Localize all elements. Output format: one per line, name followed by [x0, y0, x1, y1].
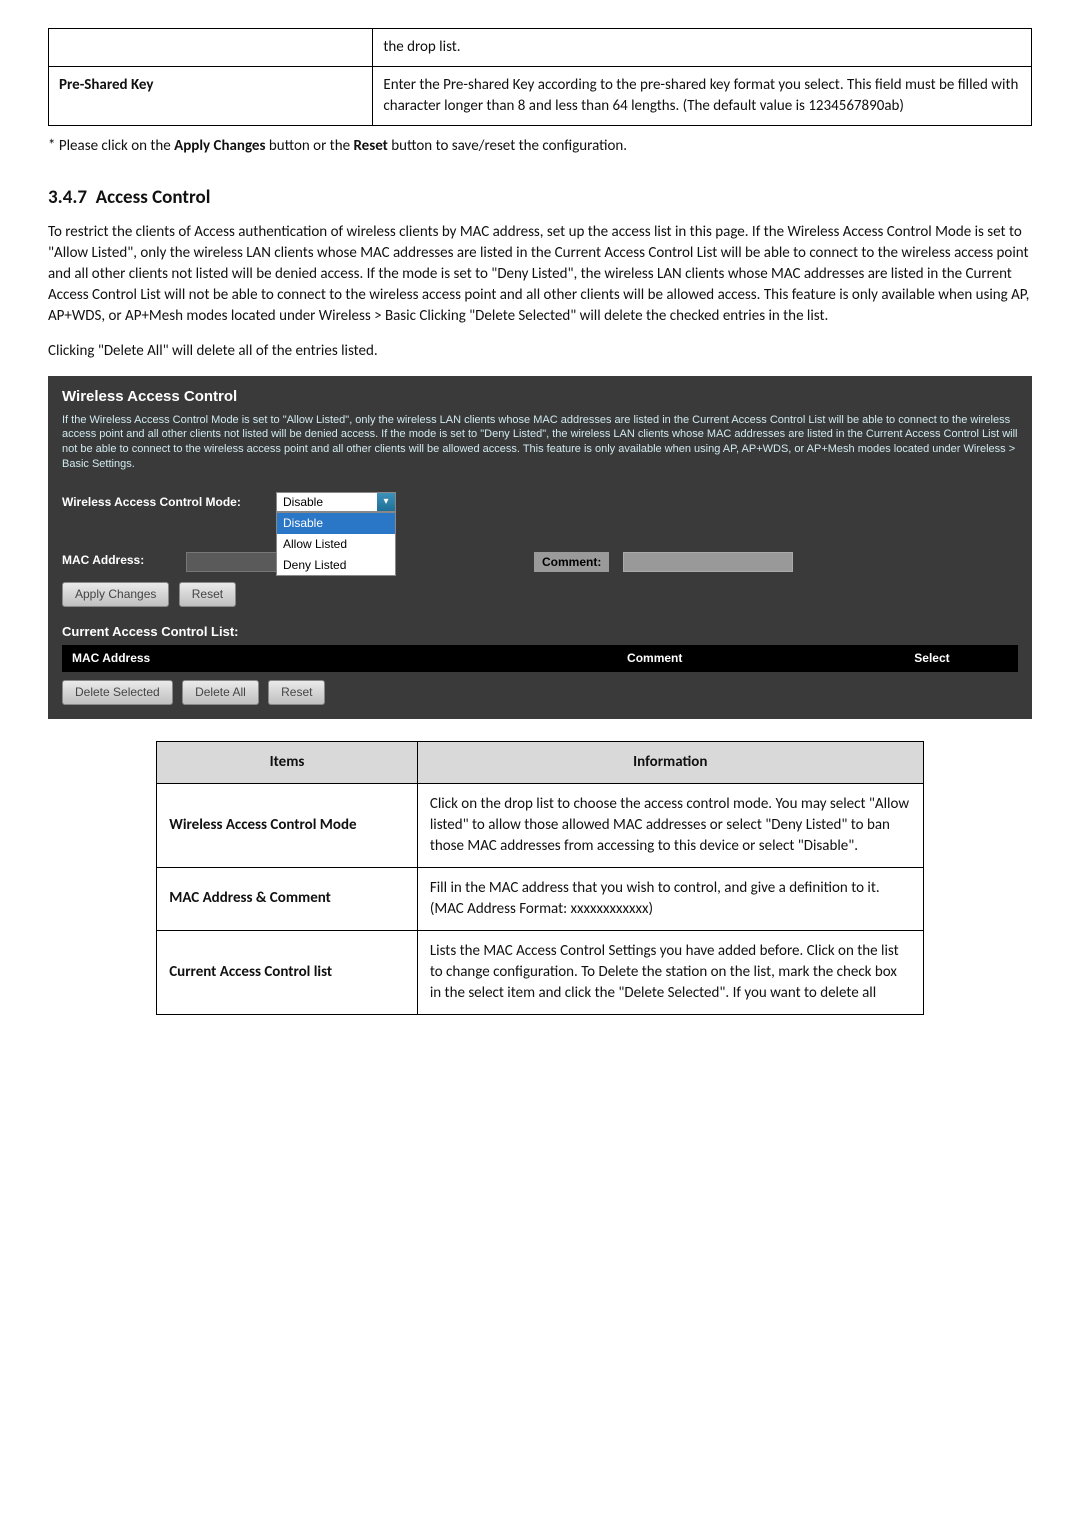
section-body-1: To restrict the clients of Access authen…	[48, 222, 1032, 327]
wireless-access-control-panel: Wireless Access Control If the Wireless …	[48, 376, 1032, 719]
panel-blurb: If the Wireless Access Control Mode is s…	[48, 409, 1032, 486]
section-body-2: Clicking "Delete All" will delete all of…	[48, 341, 1032, 362]
reset-button[interactable]: Reset	[179, 582, 236, 607]
apply-changes-button[interactable]: Apply Changes	[62, 582, 169, 607]
item-label-mac: MAC Address & Comment	[157, 867, 418, 930]
current-list-title: Current Access Control List:	[48, 613, 1032, 645]
cell-label-drop	[49, 29, 373, 67]
mode-label: Wireless Access Control Mode:	[62, 494, 262, 511]
item-label-mode: Wireless Access Control Mode	[157, 783, 418, 867]
mode-option-allow[interactable]: Allow Listed	[277, 534, 395, 555]
section-heading: 3.4.7 Access Control	[48, 185, 1032, 212]
panel-title: Wireless Access Control	[48, 376, 1032, 409]
delete-selected-button[interactable]: Delete Selected	[62, 680, 173, 705]
item-value-mode: Click on the drop list to choose the acc…	[417, 783, 923, 867]
cell-value-drop: the drop list.	[373, 29, 1032, 67]
apply-note: * Please click on the Apply Changes butt…	[48, 136, 1032, 157]
mode-option-disable[interactable]: Disable	[277, 513, 395, 534]
reset-button-2[interactable]: Reset	[268, 680, 325, 705]
col-mac: MAC Address	[62, 645, 464, 672]
current-access-control-table: MAC Address Comment Select	[62, 645, 1018, 672]
cell-label-psk: Pre-Shared Key	[49, 67, 373, 126]
chevron-down-icon[interactable]: ▾	[377, 493, 395, 511]
comment-label: Comment:	[534, 552, 609, 572]
items-info-table: Items Information Wireless Access Contro…	[156, 741, 924, 1015]
item-value-mac: Fill in the MAC address that you wish to…	[417, 867, 923, 930]
item-value-list: Lists the MAC Access Control Settings yo…	[417, 930, 923, 1014]
delete-all-button[interactable]: Delete All	[182, 680, 259, 705]
mode-select[interactable]: Disable ▾ Disable Allow Listed Deny List…	[276, 492, 396, 512]
col-comment: Comment	[464, 645, 846, 672]
mode-option-list[interactable]: Disable Allow Listed Deny Listed	[276, 512, 396, 576]
mode-option-deny[interactable]: Deny Listed	[277, 555, 395, 576]
preshared-key-table: the drop list. Pre-Shared Key Enter the …	[48, 28, 1032, 126]
items-header-info: Information	[417, 741, 923, 783]
item-label-list: Current Access Control list	[157, 930, 418, 1014]
cell-value-psk: Enter the Pre-shared Key according to th…	[373, 67, 1032, 126]
items-header-items: Items	[157, 741, 418, 783]
col-select: Select	[846, 645, 1018, 672]
comment-input[interactable]	[623, 552, 793, 572]
mac-label: MAC Address:	[62, 552, 172, 572]
